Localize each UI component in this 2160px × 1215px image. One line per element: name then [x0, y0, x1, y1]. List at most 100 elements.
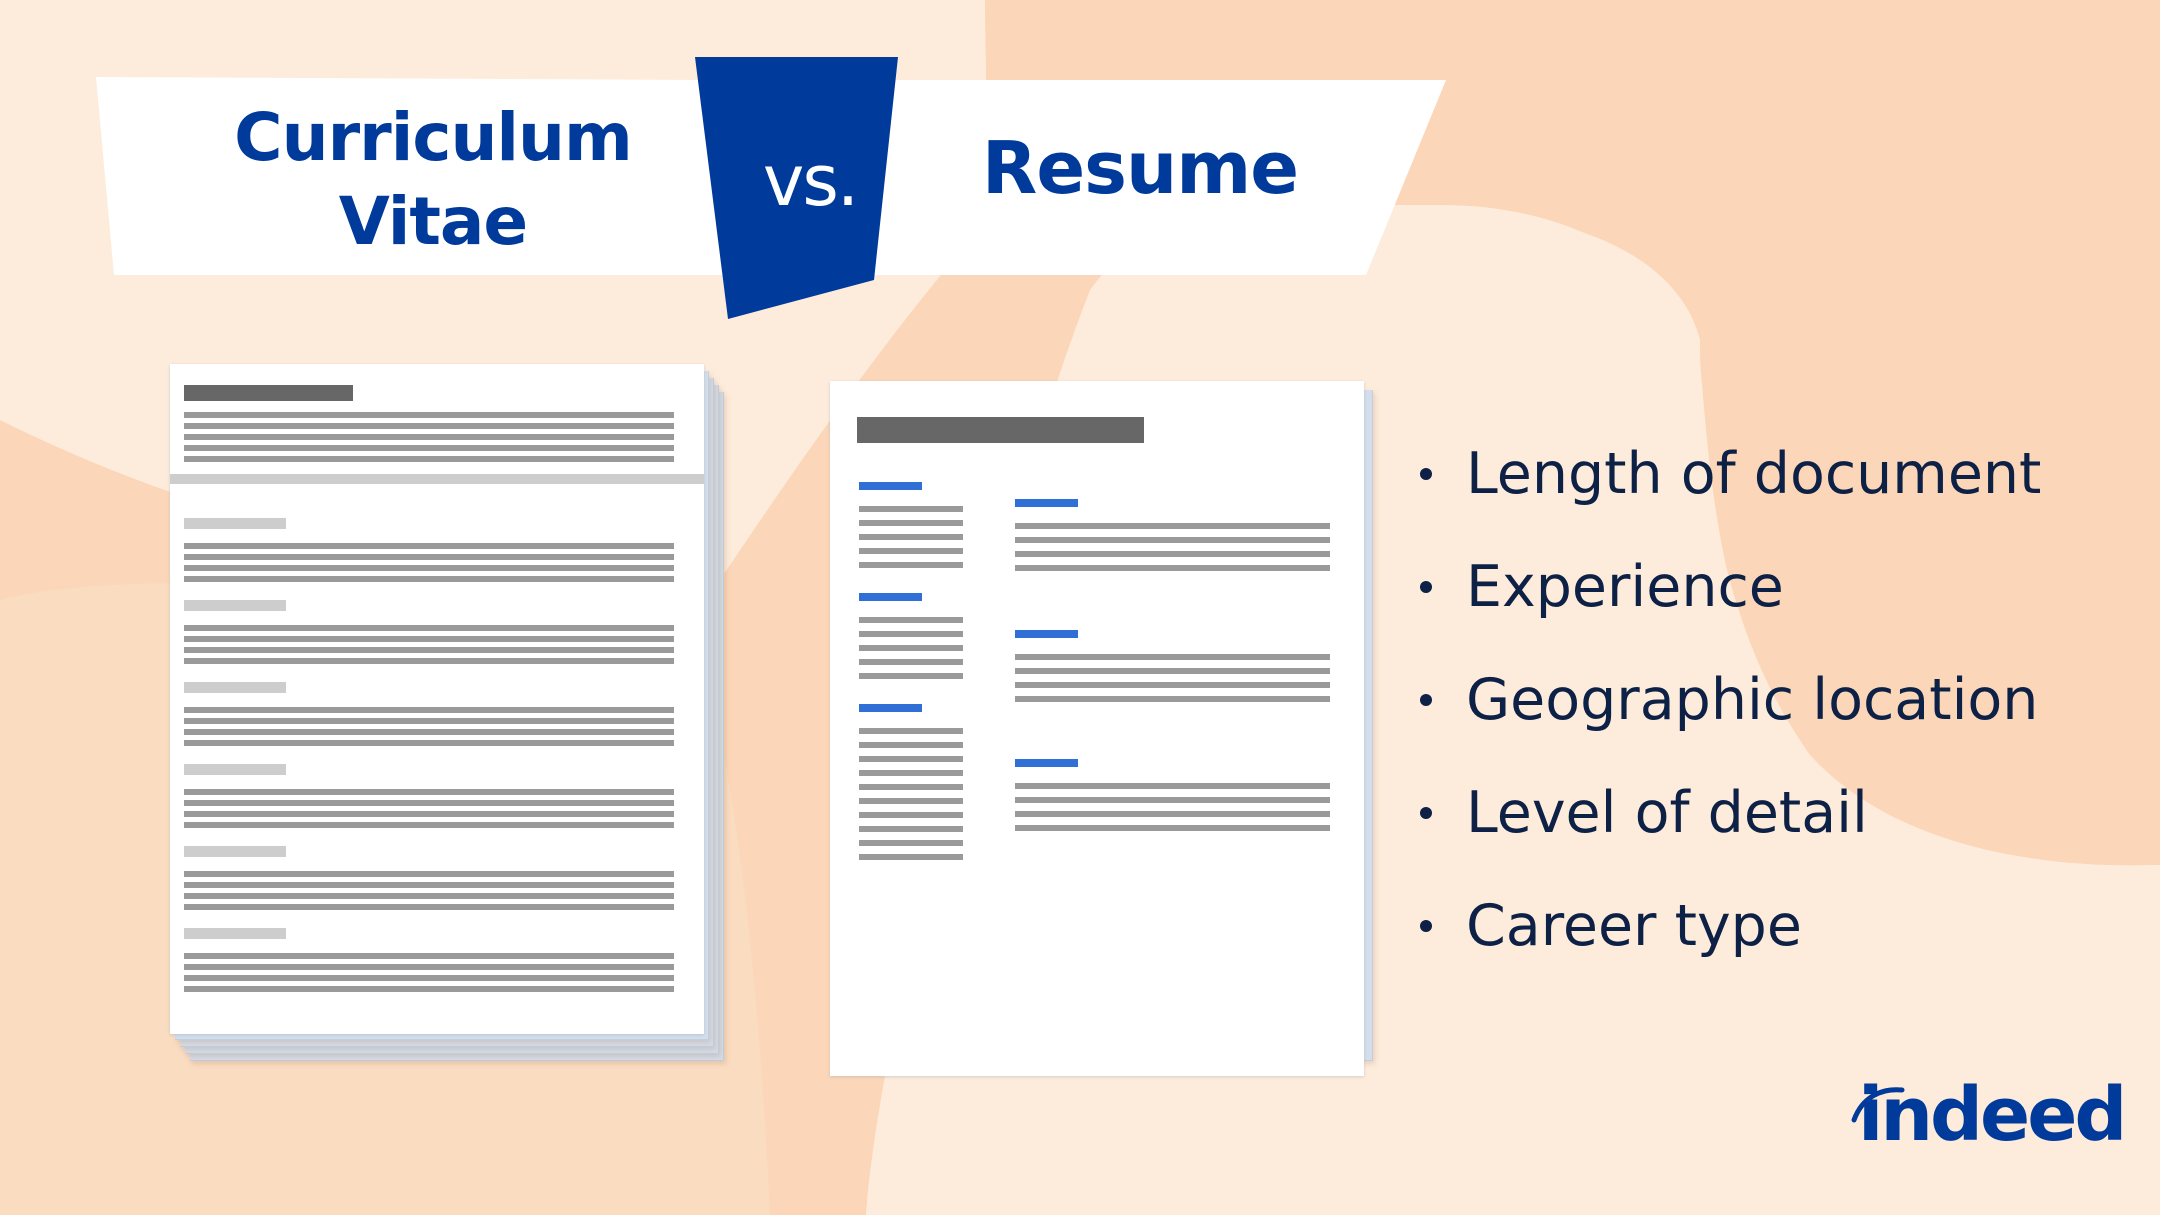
bullet-icon — [1420, 468, 1432, 480]
differences-list: Length of document Experience Geographic… — [1410, 430, 2041, 995]
list-item: Experience — [1410, 543, 2041, 656]
resume-left-line — [859, 812, 963, 818]
bullet-icon — [1420, 581, 1432, 593]
cv-page — [170, 364, 704, 1034]
cv-title-line1: Curriculum — [234, 99, 633, 176]
resume-right-line — [1015, 565, 1330, 571]
resume-right-heading — [1015, 759, 1078, 767]
resume-left-line — [859, 673, 963, 679]
cv-text-line — [184, 729, 674, 735]
resume-left-line — [859, 770, 963, 776]
cv-text-line — [184, 975, 674, 981]
resume-left-line — [859, 506, 963, 512]
cv-title-line2: Vitae — [338, 183, 528, 260]
cv-text-line — [184, 871, 674, 877]
resume-right-line — [1015, 537, 1330, 543]
resume-right-line — [1015, 797, 1330, 803]
cv-text-line — [184, 882, 674, 888]
list-item: Career type — [1410, 882, 2041, 995]
cv-text-line — [184, 456, 674, 462]
resume-right-heading — [1015, 499, 1078, 507]
cv-text-line — [184, 554, 674, 560]
cv-title: Curriculum Vitae — [200, 96, 666, 264]
cv-section-heading — [184, 600, 286, 611]
resume-left-line — [859, 534, 963, 540]
resume-right-line — [1015, 825, 1330, 831]
cv-text-line — [184, 647, 674, 653]
cv-text-line — [184, 964, 674, 970]
cv-text-line — [184, 658, 674, 664]
cv-text-line — [184, 434, 674, 440]
resume-title: Resume — [981, 126, 1299, 210]
resume-page — [830, 381, 1364, 1076]
cv-text-line — [184, 822, 674, 828]
resume-right-line — [1015, 811, 1330, 817]
bullet-icon — [1420, 920, 1432, 932]
resume-right-line — [1015, 654, 1330, 660]
cv-section-heading — [184, 846, 286, 857]
cv-text-line — [184, 707, 674, 713]
resume-left-line — [859, 645, 963, 651]
cv-text-line — [184, 625, 674, 631]
resume-right-line — [1015, 668, 1330, 674]
bullet-icon — [1420, 807, 1432, 819]
cv-text-line — [184, 718, 674, 724]
cv-text-line — [184, 893, 674, 899]
resume-left-line — [859, 756, 963, 762]
list-item-label: Experience — [1466, 554, 1784, 620]
resume-left-heading — [859, 593, 922, 601]
resume-left-line — [859, 784, 963, 790]
cv-text-line — [184, 986, 674, 992]
resume-left-line — [859, 520, 963, 526]
resume-left-heading — [859, 704, 922, 712]
indeed-logo[interactable]: indeed — [1850, 1072, 2127, 1158]
resume-left-line — [859, 854, 963, 860]
cv-section-heading — [184, 682, 286, 693]
resume-left-line — [859, 742, 963, 748]
resume-right-line — [1015, 523, 1330, 529]
list-item-label: Geographic location — [1466, 667, 2039, 733]
resume-right-heading — [1015, 630, 1078, 638]
resume-right-line — [1015, 682, 1330, 688]
list-item-label: Career type — [1466, 893, 1802, 959]
versus-label: vs. — [762, 140, 859, 222]
cv-text-line — [184, 412, 674, 418]
cv-text-line — [184, 953, 674, 959]
bullet-icon — [1420, 694, 1432, 706]
list-item-label: Level of detail — [1466, 780, 1868, 846]
resume-right-line — [1015, 551, 1330, 557]
cv-text-line — [184, 811, 674, 817]
resume-left-line — [859, 798, 963, 804]
resume-left-line — [859, 826, 963, 832]
resume-left-line — [859, 659, 963, 665]
cv-text-line — [184, 543, 674, 549]
list-item: Level of detail — [1410, 769, 2041, 882]
resume-left-line — [859, 728, 963, 734]
cv-section-heading — [184, 518, 286, 529]
resume-name-placeholder — [857, 417, 1144, 443]
cv-text-line — [184, 636, 674, 642]
cv-text-line — [184, 904, 674, 910]
cv-text-line — [184, 565, 674, 571]
logo-wordmark: indeed — [1858, 1072, 2127, 1158]
list-item: Geographic location — [1410, 656, 2041, 769]
resume-left-line — [859, 617, 963, 623]
resume-left-line — [859, 631, 963, 637]
resume-left-line — [859, 562, 963, 568]
list-item-label: Length of document — [1466, 441, 2042, 507]
list-item: Length of document — [1410, 430, 2041, 543]
resume-left-line — [859, 548, 963, 554]
cv-text-line — [184, 789, 674, 795]
cv-section-heading — [184, 928, 286, 939]
cv-text-line — [184, 800, 674, 806]
resume-right-line — [1015, 696, 1330, 702]
cv-text-line — [184, 740, 674, 746]
cv-text-line — [184, 423, 674, 429]
resume-right-line — [1015, 783, 1330, 789]
resume-left-heading — [859, 482, 922, 490]
resume-left-line — [859, 840, 963, 846]
cv-text-line — [184, 445, 674, 451]
cv-divider — [170, 474, 704, 484]
cv-text-line — [184, 576, 674, 582]
cv-section-heading — [184, 764, 286, 775]
